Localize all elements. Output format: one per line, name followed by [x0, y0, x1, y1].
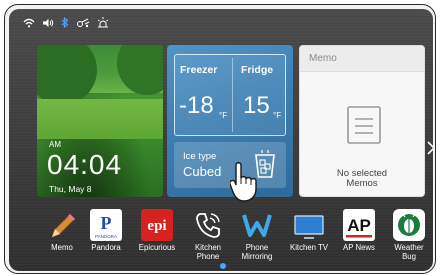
app-pandora[interactable]: P PANDORA Pandora	[79, 205, 133, 259]
fridge-label: Fridge	[241, 64, 274, 76]
status-bar	[23, 16, 109, 32]
pandora-icon: P PANDORA	[90, 209, 122, 241]
weather-bug-icon	[393, 209, 425, 241]
app-weather-bug[interactable]: Weather Bug	[382, 205, 433, 261]
app-label-line: Mirroring	[241, 252, 273, 261]
app-epicurious[interactable]: epi Epicurious	[130, 205, 184, 259]
app-dock: Memo P PANDORA Pandora epi Epicurious Ki…	[35, 205, 433, 261]
fridge-unit: °F	[273, 111, 282, 120]
memo-empty-line: Memos	[346, 178, 378, 189]
clock-date: Thu, May 8	[49, 184, 92, 194]
phone-icon	[192, 209, 224, 241]
chevron-right-icon[interactable]	[427, 141, 433, 160]
ice-type-label: Ice type	[183, 151, 217, 162]
temperature-panel[interactable]: Freezer Fridge -18 °F 15 °F	[174, 54, 286, 136]
memo-header: Memo	[300, 46, 424, 72]
fridge-temperature: 15	[243, 92, 270, 119]
freezer-label: Freezer	[180, 64, 218, 76]
remote-icon	[76, 15, 90, 33]
freezer-temperature: -18	[179, 92, 214, 119]
wifi-icon	[23, 15, 35, 33]
ap-news-icon-glyph: AP	[347, 216, 371, 235]
bluetooth-icon	[61, 15, 69, 33]
lawn-shape	[37, 99, 163, 139]
ice-type-value: Cubed	[183, 164, 222, 179]
clock-ampm: AM	[49, 140, 61, 149]
clock-photo-widget[interactable]: AM 04:04 Thu, May 8	[37, 45, 163, 197]
pencil-icon	[46, 209, 78, 241]
memo-empty-message: No selected Memos	[300, 169, 424, 189]
device-frame: AM 04:04 Thu, May 8 Freezer Fridge -18 °…	[4, 4, 436, 274]
app-label: Weather Bug	[378, 243, 433, 261]
epicurious-icon: epi	[141, 209, 173, 241]
clock-time: 04:04	[47, 149, 123, 180]
memo-widget[interactable]: Memo No selected Memos	[299, 45, 425, 197]
pandora-icon-caption: PANDORA	[95, 234, 117, 239]
divider	[232, 58, 233, 132]
freezer-unit: °F	[219, 111, 228, 120]
epicurious-icon-glyph: epi	[147, 218, 166, 234]
app-label-line: Weather	[394, 243, 424, 252]
phone-mirroring-icon	[241, 209, 273, 241]
pandora-icon-glyph: P	[101, 213, 112, 233]
ap-news-icon: AP	[343, 209, 375, 241]
tree-shape	[37, 45, 97, 105]
app-phone-mirroring[interactable]: Phone Mirroring	[230, 205, 284, 261]
memo-title: Memo	[309, 53, 337, 64]
page-indicator-dot	[220, 263, 226, 269]
sabbath-icon	[97, 15, 109, 33]
speaker-icon	[42, 15, 54, 33]
tv-icon	[293, 209, 325, 241]
tap-hand-icon	[229, 161, 274, 208]
app-label-line: Bug	[402, 252, 416, 261]
document-icon	[347, 106, 381, 149]
home-screen: AM 04:04 Thu, May 8 Freezer Fridge -18 °…	[9, 9, 433, 271]
